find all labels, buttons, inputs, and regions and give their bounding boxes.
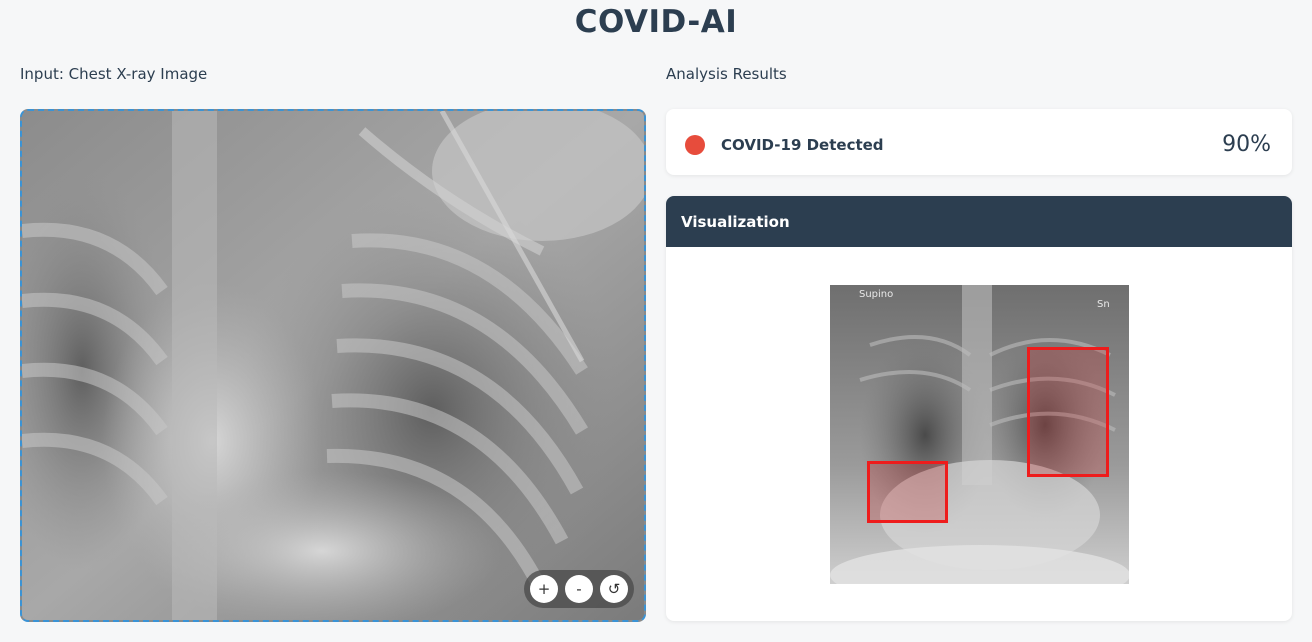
results-section-label: Analysis Results [666,65,787,83]
zoom-out-button[interactable]: - [565,575,593,603]
diagnosis-text: COVID-19 Detected [721,136,884,154]
visualization-header: Visualization [666,196,1292,247]
highlight-region-left-lower-lung [867,461,948,523]
chest-xray-image [22,111,644,620]
app-title: COVID-AI [574,4,738,40]
xray-input-dropzone[interactable]: + - ↺ [20,109,646,622]
visualization-card: Visualization Supino Sn [666,196,1292,621]
confidence-value: 90% [1222,132,1271,157]
diagnosis-result-card: COVID-19 Detected 90% [666,109,1292,175]
status-indicator-icon [685,135,705,155]
image-zoom-controls: + - ↺ [524,570,634,608]
input-section-label: Input: Chest X-ray Image [20,65,208,83]
highlight-region-right-lung [1027,347,1109,477]
reset-view-button[interactable]: ↺ [600,575,628,603]
image-tag-left: Supino [859,289,894,300]
visualization-xray-image: Supino Sn [830,285,1129,584]
zoom-in-button[interactable]: + [530,575,558,603]
image-tag-right: Sn [1097,299,1110,310]
